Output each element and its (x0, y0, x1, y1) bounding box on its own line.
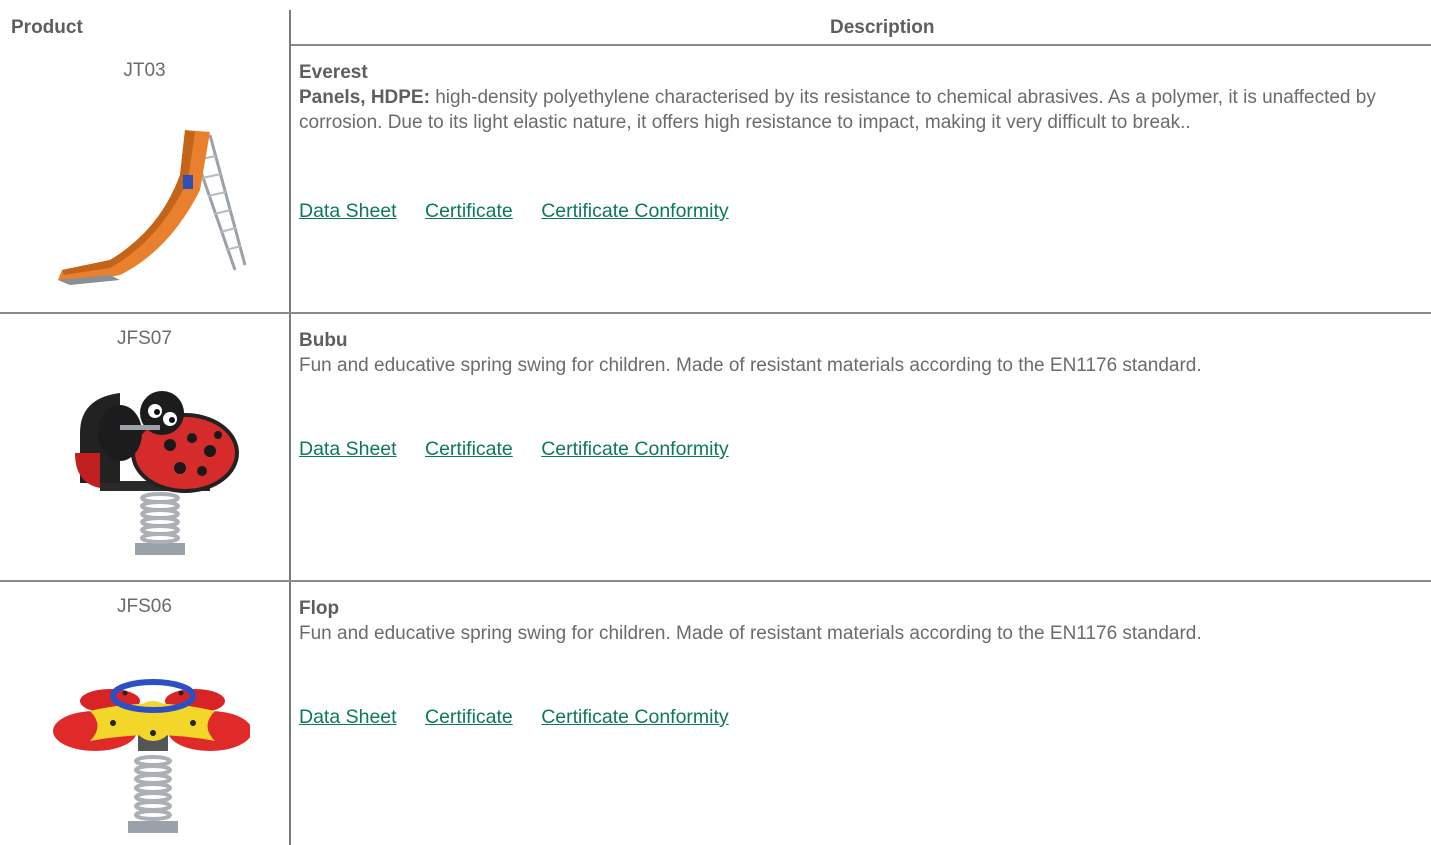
ladybug-swing-image (75, 391, 239, 555)
description-text: Fun and educative spring swing for child… (299, 355, 1202, 376)
header-rule (291, 44, 1431, 46)
product-name: Everest (299, 62, 368, 83)
table-row: JFS07 Bubu Fun and educative spring swin… (0, 318, 1431, 580)
certificate-link[interactable]: Certificate (425, 438, 513, 460)
product-code: JT03 (123, 60, 166, 81)
product-code: JFS06 (117, 596, 172, 617)
product-description: Flop Fun and educative spring swing for … (299, 596, 1379, 646)
product-name: Flop (299, 598, 340, 619)
document-links: Data Sheet Certificate Certificate Confo… (299, 438, 752, 461)
table-header: Product Description (0, 0, 1431, 44)
description-text: high-density polyethylene characterised … (299, 87, 1376, 133)
product-code: JFS07 (117, 328, 172, 349)
document-links: Data Sheet Certificate Certificate Confo… (299, 200, 752, 223)
product-name: Bubu (299, 330, 348, 351)
column-header-product: Product (11, 17, 83, 38)
certificate-link[interactable]: Certificate (425, 706, 513, 728)
table-row: JFS06 Flop Fun and educative spring swin… (0, 586, 1431, 845)
product-description: Everest Panels, HDPE: high-density polye… (299, 60, 1379, 135)
description-lead: Panels, HDPE: (299, 87, 430, 108)
column-header-description: Description (830, 17, 935, 38)
certificate-link[interactable]: Certificate (425, 200, 513, 222)
document-links: Data Sheet Certificate Certificate Confo… (299, 706, 752, 729)
row-divider (0, 580, 1431, 582)
table-row: JT03 Everest Panels, HDPE: high-density … (0, 50, 1431, 312)
data-sheet-link[interactable]: Data Sheet (299, 438, 397, 460)
data-sheet-link[interactable]: Data Sheet (299, 706, 397, 728)
row-divider (0, 312, 1431, 314)
header-rule-gap (0, 44, 289, 46)
flower-swing-image (53, 679, 250, 833)
certificate-conformity-link[interactable]: Certificate Conformity (541, 200, 728, 222)
data-sheet-link[interactable]: Data Sheet (299, 200, 397, 222)
certificate-conformity-link[interactable]: Certificate Conformity (541, 706, 728, 728)
slide-image (58, 130, 247, 285)
description-text: Fun and educative spring swing for child… (299, 623, 1202, 644)
certificate-conformity-link[interactable]: Certificate Conformity (541, 438, 728, 460)
product-description: Bubu Fun and educative spring swing for … (299, 328, 1379, 378)
